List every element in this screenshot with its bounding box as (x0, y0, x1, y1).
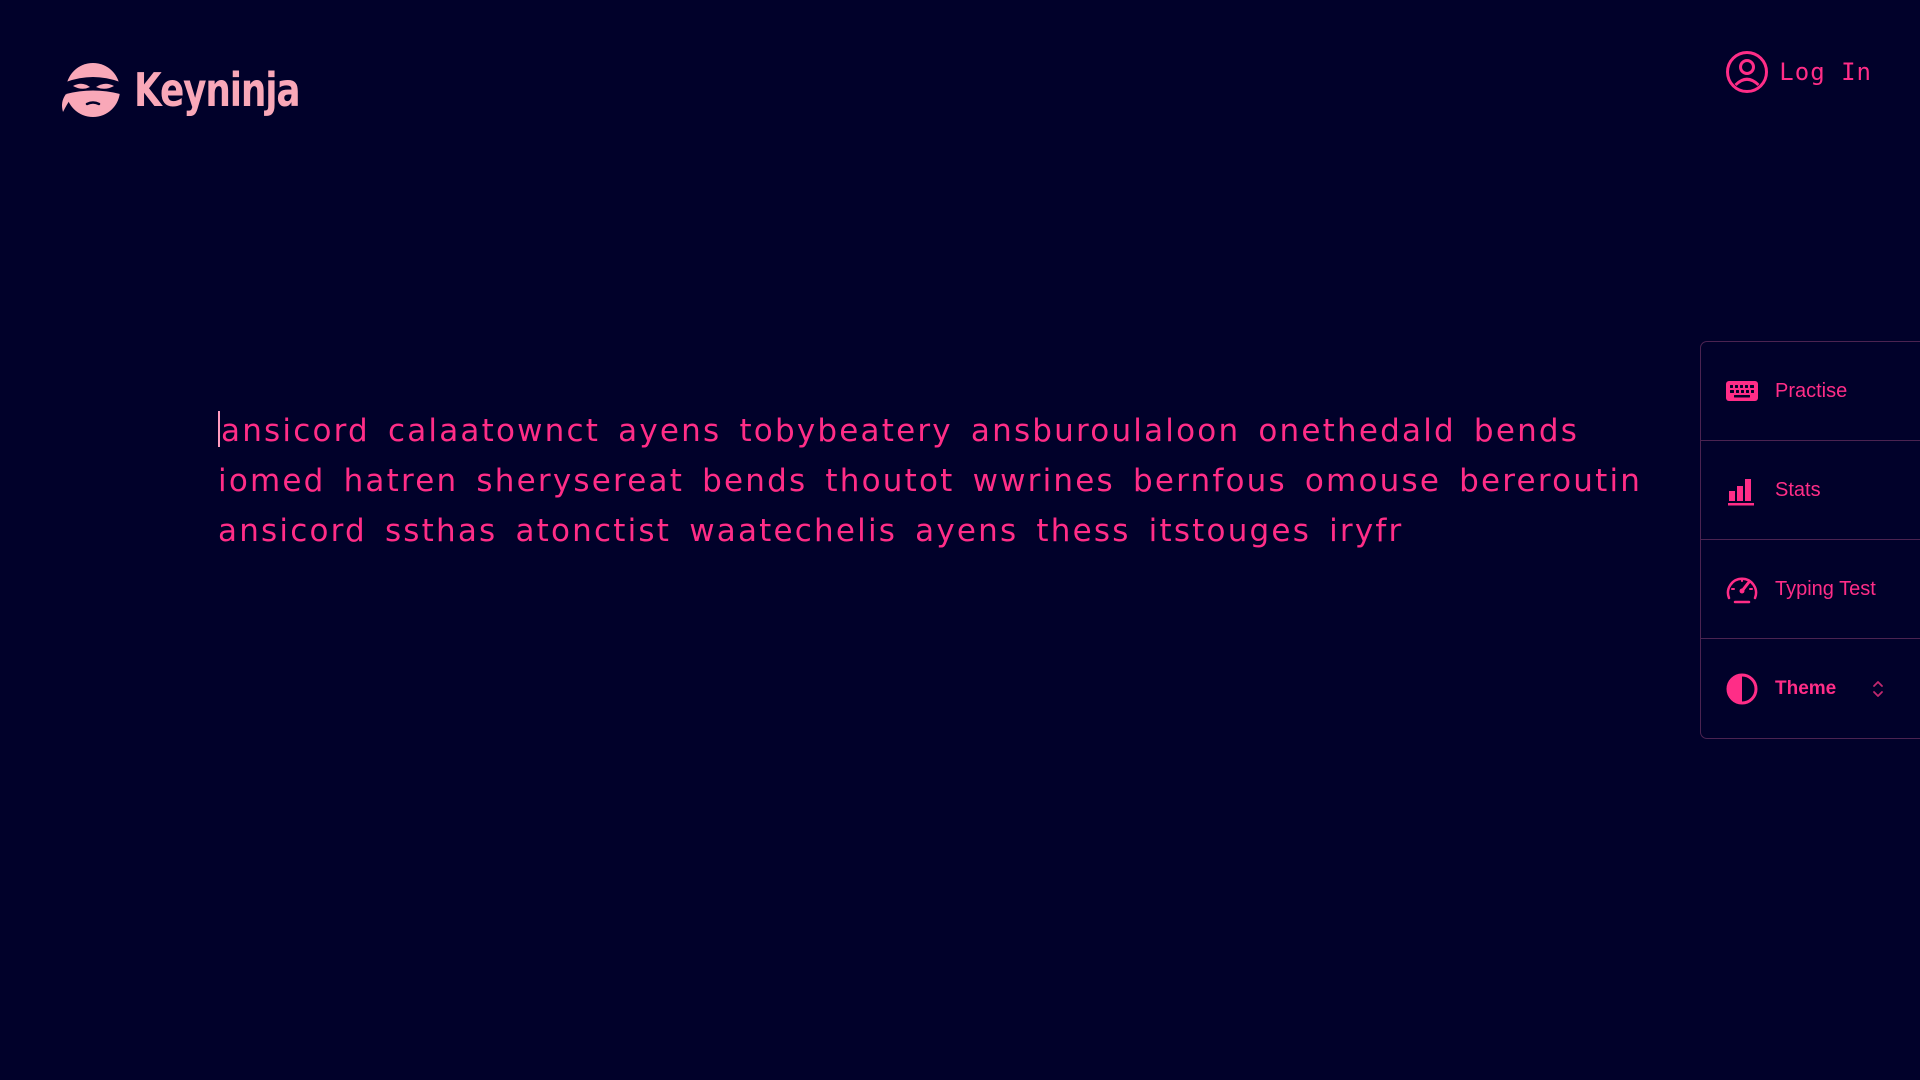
sidebar-item-label: Theme (1775, 677, 1837, 699)
typing-line-text: ansicord calaatownct ayens tobybeatery a… (221, 413, 1580, 449)
ninja-head-icon (62, 63, 120, 117)
typing-text-area[interactable]: ansicord calaatownct ayens tobybeatery a… (218, 406, 1640, 556)
logo-link[interactable]: Keyninja (60, 58, 346, 122)
typing-line: ansicord ssthas atonctist waatechelis ay… (218, 506, 1638, 556)
login-label: Log In (1779, 58, 1872, 86)
side-menu: Practise Stats Typing Test Theme (1700, 341, 1920, 739)
sidebar-item-typing-test[interactable]: Typing Test (1701, 540, 1920, 639)
half-circle-contrast-icon (1726, 673, 1758, 704)
speedometer-icon (1726, 577, 1758, 604)
typing-line-text: ansicord ssthas atonctist waatechelis ay… (218, 513, 1404, 549)
typing-line: iomed hatren sherysereat bends thoutot w… (218, 456, 1640, 506)
sidebar-item-label: Stats (1775, 478, 1821, 501)
chevron-up-down-icon[interactable] (1870, 678, 1886, 700)
typing-line-text: iomed hatren sherysereat bends thoutot w… (218, 463, 1643, 499)
sidebar-item-practise[interactable]: Practise (1701, 342, 1920, 441)
header: Keyninja Log In (0, 0, 1920, 180)
bar-chart-icon (1728, 479, 1754, 506)
brand-name: Keyninja (134, 63, 301, 117)
sidebar-item-theme[interactable]: Theme (1701, 639, 1920, 738)
keyboard-icon (1726, 381, 1758, 401)
login-button[interactable]: Log In (1725, 50, 1872, 94)
sidebar-item-label: Typing Test (1775, 577, 1876, 600)
sidebar-item-label: Practise (1775, 379, 1848, 402)
text-caret (218, 411, 220, 447)
user-circle-icon (1726, 51, 1769, 93)
typing-line: ansicord calaatownct ayens tobybeatery a… (218, 406, 1638, 456)
sidebar-item-stats[interactable]: Stats (1701, 441, 1920, 540)
